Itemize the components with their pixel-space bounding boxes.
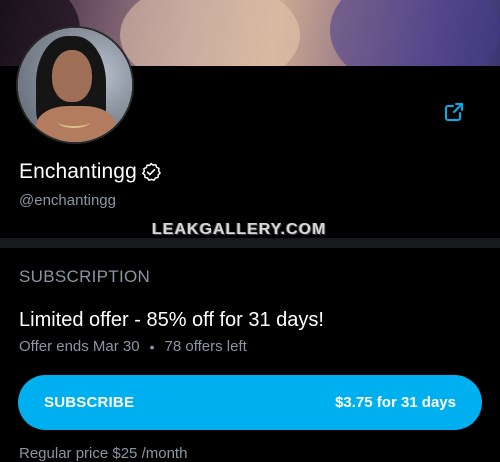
section-divider	[0, 238, 500, 248]
regular-price: Regular price $25 /month	[19, 445, 188, 462]
avatar-necklace	[58, 116, 90, 128]
offer-ends: Offer ends Mar 30	[19, 338, 140, 355]
profile-name-row: Enchantingg	[19, 160, 161, 184]
offer-meta: Offer ends Mar 30 • 78 offers left	[19, 338, 247, 355]
cover-shape	[330, 0, 500, 66]
share-icon[interactable]	[442, 100, 466, 124]
subscribe-button-price: $3.75 for 31 days	[335, 394, 456, 411]
verified-badge-icon	[141, 162, 161, 182]
profile-name: Enchantingg	[19, 160, 137, 183]
subscribe-button[interactable]: SUBSCRIBE $3.75 for 31 days	[18, 375, 482, 430]
offer-title: Limited offer - 85% off for 31 days!	[19, 309, 324, 331]
profile-handle: @enchantingg	[19, 192, 116, 209]
watermark: LEAKGALLERY.COM	[152, 221, 327, 238]
avatar-face	[52, 50, 92, 102]
subscribe-button-label: SUBSCRIBE	[44, 394, 135, 411]
offers-left: 78 offers left	[164, 338, 247, 355]
subscription-heading: SUBSCRIPTION	[19, 267, 151, 286]
cover-shape	[120, 0, 300, 66]
avatar[interactable]	[16, 26, 134, 144]
meta-separator: •	[149, 338, 155, 355]
